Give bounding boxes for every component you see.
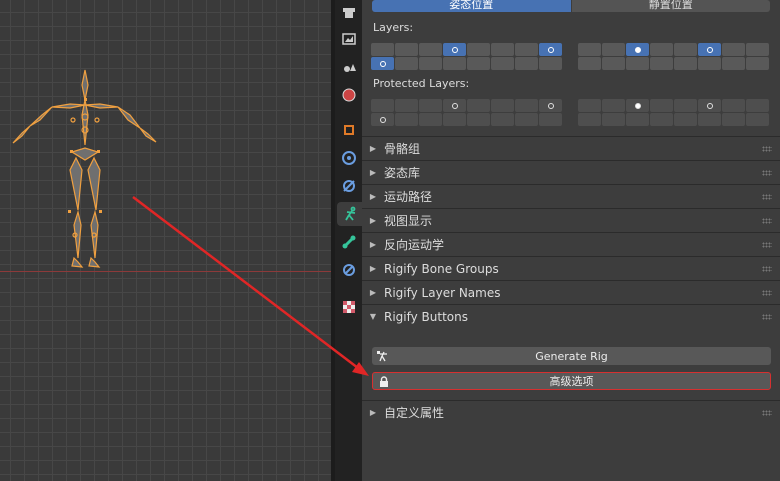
section-pose-library[interactable]: ▶ 姿态库 — [362, 160, 780, 184]
armature-icon — [377, 351, 387, 362]
generate-rig-label: Generate Rig — [535, 349, 608, 363]
pose-position-toggle: 姿态位置 静置位置 — [372, 0, 770, 12]
lock-icon — [380, 376, 388, 387]
object-icon — [344, 125, 354, 135]
section-title: Rigify Buttons — [384, 309, 468, 324]
properties-tab-strip — [335, 0, 364, 481]
bone-constraint-icon — [343, 264, 355, 276]
scene-icon — [344, 64, 356, 72]
bone-constraints-tab[interactable] — [337, 258, 361, 282]
section-motion-paths[interactable]: ▶ 运动路径 — [362, 184, 780, 208]
3d-viewport[interactable] — [0, 0, 331, 481]
section-inverse-kinematics[interactable]: ▶ 反向运动学 — [362, 232, 780, 256]
drag-grip-icon[interactable] — [762, 145, 772, 152]
drag-grip-icon[interactable] — [762, 265, 772, 272]
shoulder-r-bone — [84, 103, 119, 109]
drag-grip-icon[interactable] — [762, 193, 772, 200]
section-bone-groups[interactable]: ▶ 骨骼组 — [362, 136, 780, 160]
advanced-options-button[interactable]: 高级选项 — [372, 372, 771, 390]
foot-l-bone — [71, 256, 84, 268]
upperarm-l-bone — [29, 106, 53, 127]
tool-icon — [343, 8, 355, 18]
scene-tab[interactable] — [337, 55, 361, 79]
expand-arrow-icon: ▶ — [369, 408, 377, 417]
layers-grid-right — [578, 43, 769, 70]
section-rigify-layer-names[interactable]: ▶ Rigify Layer Names — [362, 280, 780, 304]
foot-r-bone — [88, 256, 101, 268]
thigh-l-bone — [69, 156, 83, 211]
tool-tab[interactable] — [337, 0, 361, 24]
pose-position-button[interactable]: 姿态位置 — [372, 0, 571, 12]
expand-arrow-icon: ▼ — [369, 312, 377, 321]
section-title: Rigify Bone Groups — [384, 261, 499, 276]
section-title: 骨骼组 — [384, 142, 421, 156]
texture-icon — [343, 301, 355, 313]
thigh-r-bone — [87, 156, 101, 211]
expand-arrow-icon: ▶ — [369, 168, 377, 177]
spine-bone — [81, 99, 89, 146]
expand-arrow-icon: ▶ — [369, 144, 377, 153]
bone-icon — [342, 235, 356, 249]
drag-grip-icon[interactable] — [762, 289, 772, 296]
physics-icon — [342, 151, 356, 165]
constraints-tab[interactable] — [337, 174, 361, 198]
armature-icon — [344, 206, 355, 221]
section-title: Rigify Layer Names — [384, 285, 501, 300]
rest-position-button[interactable]: 静置位置 — [571, 0, 770, 12]
advanced-options-label: 高级选项 — [549, 375, 594, 388]
object-tab[interactable] — [337, 118, 361, 142]
section-title: 运动路径 — [384, 190, 433, 204]
protected-layers-grid-right — [578, 99, 769, 126]
section-rigify-buttons[interactable]: ▼ Rigify Buttons — [362, 304, 780, 328]
texture-tab[interactable] — [337, 295, 361, 319]
bone-tab[interactable] — [337, 230, 361, 254]
forearm-r-bone — [139, 127, 157, 143]
properties-panel: 姿态位置 静置位置 Layers: Protected Layers: ▶ 骨骼… — [362, 0, 780, 481]
shoulder-l-bone — [51, 103, 86, 109]
world-tab[interactable] — [337, 83, 361, 107]
drag-grip-icon[interactable] — [762, 313, 772, 320]
drag-grip-icon[interactable] — [762, 409, 772, 416]
armature-data-tab[interactable] — [337, 202, 364, 226]
section-title: 姿态库 — [384, 166, 421, 180]
protected-layers-grid-left — [371, 99, 562, 126]
section-custom-properties[interactable]: ▶ 自定义属性 — [362, 400, 780, 424]
drag-grip-icon[interactable] — [762, 241, 772, 248]
expand-arrow-icon: ▶ — [369, 192, 377, 201]
layers-grid-left — [371, 43, 562, 70]
generate-rig-button[interactable]: Generate Rig — [372, 347, 771, 365]
expand-arrow-icon: ▶ — [369, 288, 377, 297]
section-title: 视图显示 — [384, 214, 433, 228]
armature-rig[interactable] — [0, 0, 331, 481]
world-icon — [342, 88, 356, 102]
forearm-l-bone — [12, 125, 31, 144]
head-bone — [81, 69, 89, 101]
physics-tab[interactable] — [337, 146, 361, 170]
expand-arrow-icon: ▶ — [369, 216, 377, 225]
drag-grip-icon[interactable] — [762, 217, 772, 224]
constraint-icon — [343, 180, 355, 192]
section-rigify-bone-groups[interactable]: ▶ Rigify Bone Groups — [362, 256, 780, 280]
protected-layers-label: Protected Layers: — [373, 77, 470, 90]
image-icon — [342, 33, 356, 45]
section-title: 自定义属性 — [384, 406, 445, 420]
expand-arrow-icon: ▶ — [369, 240, 377, 249]
render-tab[interactable] — [337, 27, 361, 51]
expand-arrow-icon: ▶ — [369, 264, 377, 273]
layers-label: Layers: — [373, 21, 414, 34]
section-title: 反向运动学 — [384, 238, 445, 252]
upperarm-r-bone — [117, 106, 141, 129]
section-viewport-display[interactable]: ▶ 视图显示 — [362, 208, 780, 232]
drag-grip-icon[interactable] — [762, 169, 772, 176]
